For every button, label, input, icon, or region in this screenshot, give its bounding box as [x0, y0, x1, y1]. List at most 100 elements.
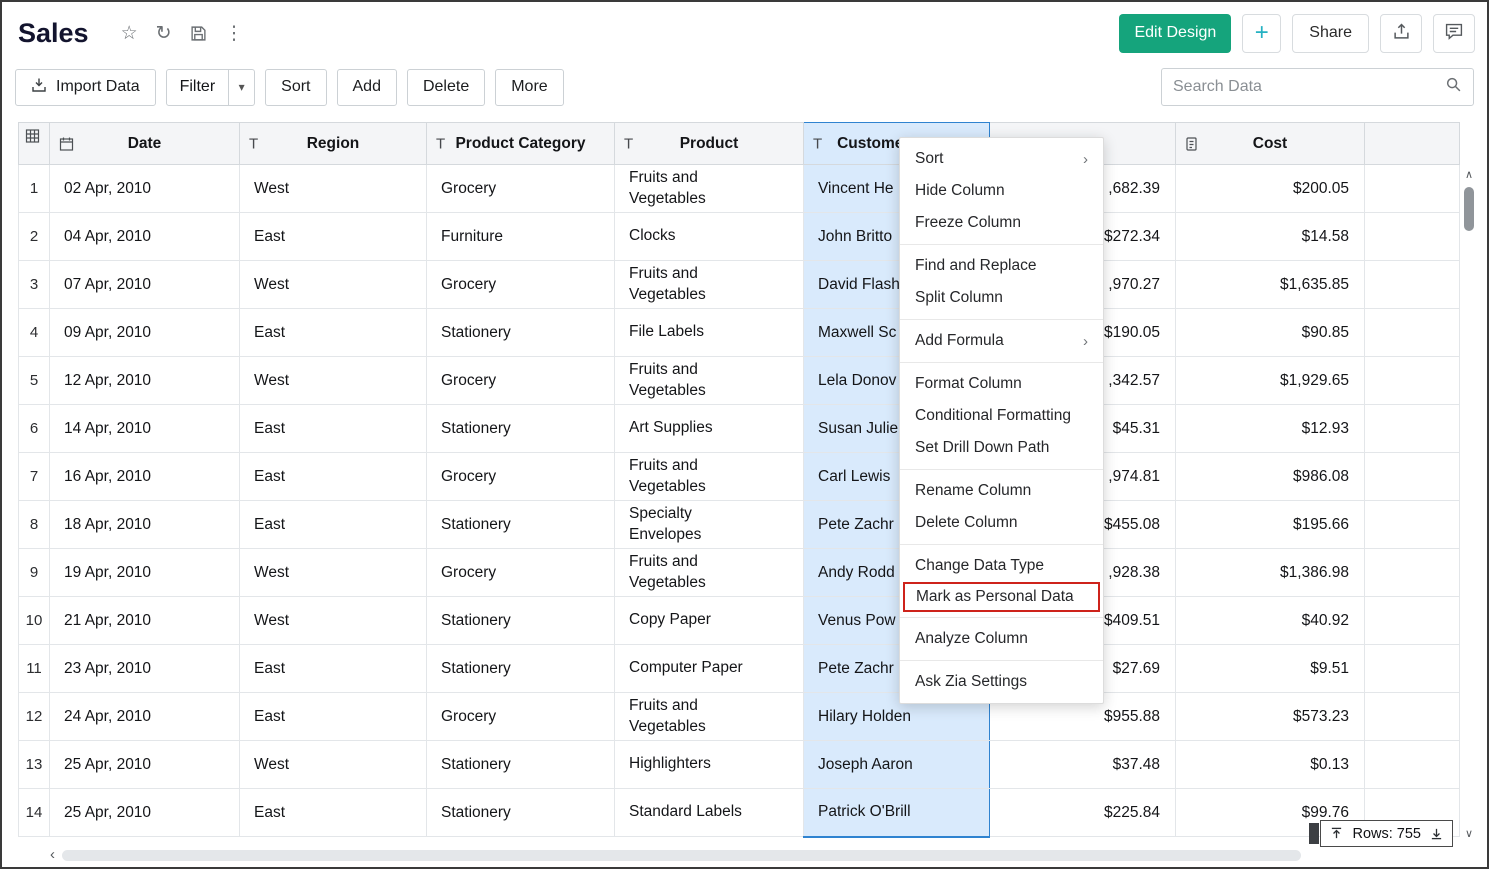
cell-cost[interactable]: $1,929.65	[1176, 357, 1365, 405]
search-icon[interactable]	[1445, 76, 1462, 98]
column-header-empty[interactable]	[1365, 123, 1460, 165]
cell-product[interactable]: Clocks	[615, 213, 804, 261]
menu-item-analyze-column[interactable]: Analyze Column	[900, 623, 1103, 655]
cell-product[interactable]: Fruits and Vegetables	[615, 357, 804, 405]
menu-item-delete-column[interactable]: Delete Column	[900, 507, 1103, 539]
cell-category[interactable]: Grocery	[427, 453, 615, 501]
menu-item-rename-column[interactable]: Rename Column	[900, 475, 1103, 507]
cell-category[interactable]: Stationery	[427, 309, 615, 357]
cell-cost[interactable]: $14.58	[1176, 213, 1365, 261]
edit-design-button[interactable]: Edit Design	[1119, 14, 1231, 53]
cell-product[interactable]: Fruits and Vegetables	[615, 453, 804, 501]
column-header-cost[interactable]: Cost	[1176, 123, 1365, 165]
cell-customer[interactable]: Joseph Aaron	[804, 741, 990, 789]
cell-region[interactable]: East	[240, 645, 427, 693]
menu-item-find-and-replace[interactable]: Find and Replace	[900, 250, 1103, 282]
cell-date[interactable]: 12 Apr, 2010	[50, 357, 240, 405]
cell-cost[interactable]: $0.13	[1176, 741, 1365, 789]
add-button[interactable]: Add	[337, 69, 397, 106]
cell-product[interactable]: Art Supplies	[615, 405, 804, 453]
cell-product[interactable]: Specialty Envelopes	[615, 501, 804, 549]
cell-cost[interactable]: $40.92	[1176, 597, 1365, 645]
menu-item-ask-zia-settings[interactable]: Ask Zia Settings	[900, 666, 1103, 698]
cell-product[interactable]: Fruits and Vegetables	[615, 261, 804, 309]
cell-category[interactable]: Grocery	[427, 693, 615, 741]
cell-date[interactable]: 18 Apr, 2010	[50, 501, 240, 549]
cell-product[interactable]: Highlighters	[615, 741, 804, 789]
scroll-left-icon[interactable]: ‹	[50, 847, 55, 863]
cell-sales[interactable]: $225.84	[990, 789, 1176, 837]
cell-date[interactable]: 19 Apr, 2010	[50, 549, 240, 597]
cell-cost[interactable]: $200.05	[1176, 165, 1365, 213]
cell-date[interactable]: 14 Apr, 2010	[50, 405, 240, 453]
cell-date[interactable]: 09 Apr, 2010	[50, 309, 240, 357]
cell-empty[interactable]	[1365, 501, 1460, 549]
jump-to-top-icon[interactable]	[1330, 827, 1343, 840]
cell-cost[interactable]: $986.08	[1176, 453, 1365, 501]
import-data-button[interactable]: Import Data	[15, 69, 156, 106]
menu-item-mark-as-personal-data[interactable]: Mark as Personal Data	[903, 582, 1100, 612]
cell-category[interactable]: Grocery	[427, 357, 615, 405]
horizontal-scrollbar[interactable]: ‹	[50, 847, 1301, 863]
menu-item-sort[interactable]: Sort ›	[900, 143, 1103, 175]
cell-cost[interactable]: $90.85	[1176, 309, 1365, 357]
more-button[interactable]: More	[495, 69, 563, 106]
cell-region[interactable]: East	[240, 693, 427, 741]
cell-category[interactable]: Stationery	[427, 405, 615, 453]
cell-date[interactable]: 21 Apr, 2010	[50, 597, 240, 645]
column-header-product-category[interactable]: T Product Category	[427, 123, 615, 165]
cell-empty[interactable]	[1365, 597, 1460, 645]
menu-item-format-column[interactable]: Format Column	[900, 368, 1103, 400]
refresh-icon[interactable]: ↻	[156, 22, 172, 45]
cell-region[interactable]: West	[240, 741, 427, 789]
cell-region[interactable]: West	[240, 357, 427, 405]
scroll-up-icon[interactable]: ∧	[1465, 168, 1473, 182]
cell-region[interactable]: East	[240, 213, 427, 261]
cell-category[interactable]: Grocery	[427, 165, 615, 213]
cell-empty[interactable]	[1365, 261, 1460, 309]
cell-region[interactable]: East	[240, 789, 427, 837]
cell-sales[interactable]: $37.48	[990, 741, 1176, 789]
menu-item-hide-column[interactable]: Hide Column	[900, 175, 1103, 207]
status-bar-handle[interactable]	[1309, 823, 1319, 844]
cell-cost[interactable]: $1,386.98	[1176, 549, 1365, 597]
search-input[interactable]	[1173, 78, 1445, 96]
jump-to-bottom-icon[interactable]	[1430, 827, 1443, 840]
cell-empty[interactable]	[1365, 645, 1460, 693]
cell-customer[interactable]: Patrick O'Brill	[804, 789, 990, 837]
vertical-scroll-thumb[interactable]	[1464, 187, 1474, 231]
save-icon[interactable]	[190, 25, 207, 42]
cell-cost[interactable]: $573.23	[1176, 693, 1365, 741]
cell-cost[interactable]: $195.66	[1176, 501, 1365, 549]
cell-region[interactable]: East	[240, 309, 427, 357]
column-header-region[interactable]: T Region	[240, 123, 427, 165]
vertical-scrollbar[interactable]: ∧ ∨	[1460, 168, 1478, 841]
menu-item-change-data-type[interactable]: Change Data Type	[900, 550, 1103, 582]
cell-product[interactable]: Computer Paper	[615, 645, 804, 693]
cell-region[interactable]: West	[240, 549, 427, 597]
cell-category[interactable]: Grocery	[427, 261, 615, 309]
cell-region[interactable]: East	[240, 453, 427, 501]
cell-product[interactable]: Copy Paper	[615, 597, 804, 645]
add-new-button[interactable]: +	[1242, 14, 1281, 53]
share-button[interactable]: Share	[1292, 14, 1369, 53]
cell-cost[interactable]: $9.51	[1176, 645, 1365, 693]
favorite-star-icon[interactable]: ☆	[121, 22, 138, 45]
cell-region[interactable]: East	[240, 405, 427, 453]
cell-product[interactable]: Fruits and Vegetables	[615, 165, 804, 213]
cell-date[interactable]: 23 Apr, 2010	[50, 645, 240, 693]
cell-product[interactable]: File Labels	[615, 309, 804, 357]
cell-empty[interactable]	[1365, 549, 1460, 597]
cell-empty[interactable]	[1365, 309, 1460, 357]
cell-category[interactable]: Stationery	[427, 741, 615, 789]
filter-button[interactable]: Filter	[167, 70, 229, 105]
cell-category[interactable]: Furniture	[427, 213, 615, 261]
cell-product[interactable]: Fruits and Vegetables	[615, 693, 804, 741]
cell-empty[interactable]	[1365, 741, 1460, 789]
cell-empty[interactable]	[1365, 357, 1460, 405]
column-header-index[interactable]	[19, 123, 50, 165]
cell-date[interactable]: 02 Apr, 2010	[50, 165, 240, 213]
cell-region[interactable]: West	[240, 261, 427, 309]
cell-date[interactable]: 24 Apr, 2010	[50, 693, 240, 741]
cell-category[interactable]: Stationery	[427, 597, 615, 645]
